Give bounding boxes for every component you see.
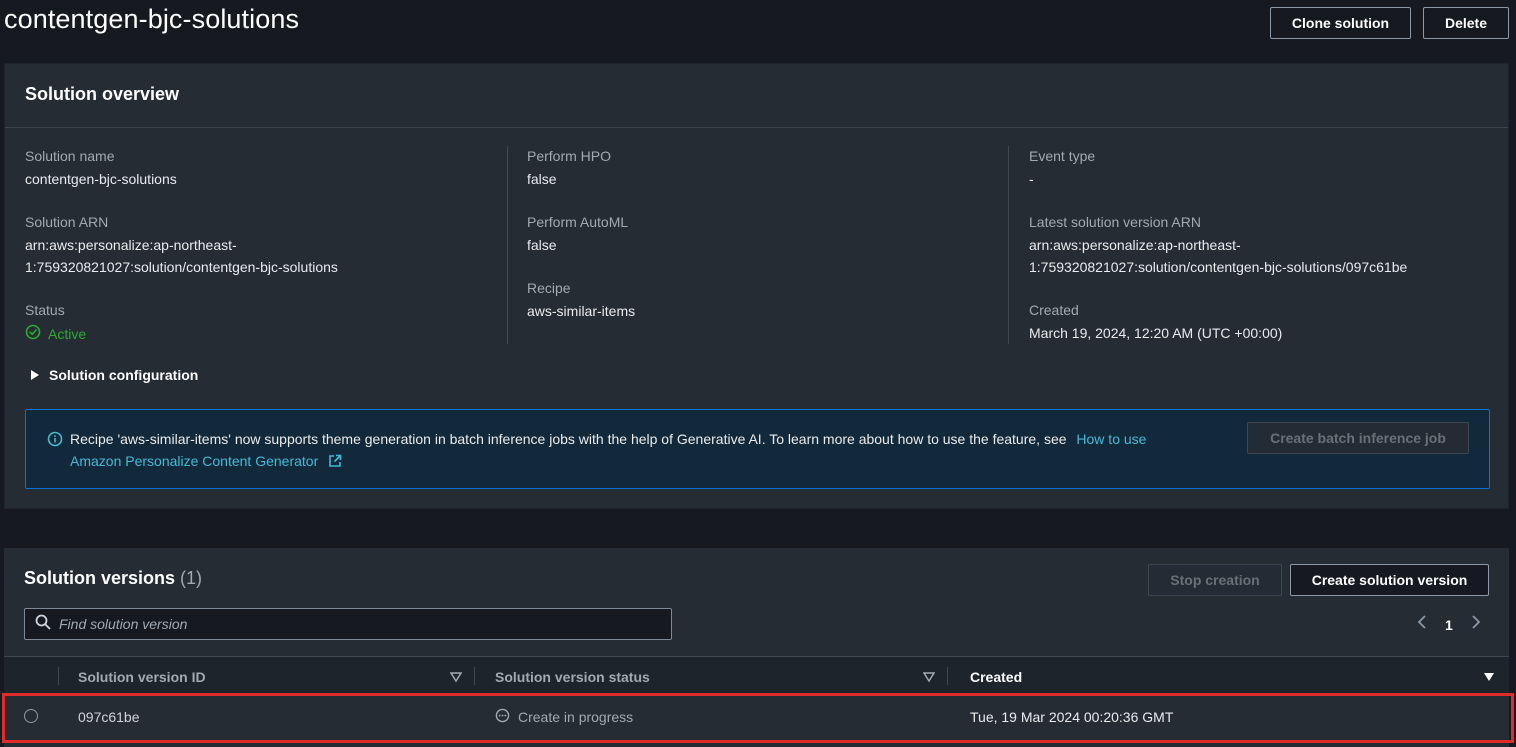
- search-input[interactable]: [59, 616, 639, 632]
- solution-arn-line2: 1:759320821027:solution/contentgen-bjc-s…: [25, 259, 338, 275]
- created-cell: Tue, 19 Mar 2024 00:20:36 GMT: [970, 709, 1174, 725]
- solution-name-label: Solution name: [25, 148, 115, 164]
- content-generator-link[interactable]: Amazon Personalize Content Generator: [70, 453, 318, 469]
- how-to-use-link[interactable]: How to use: [1076, 431, 1146, 447]
- status-badge: Active: [25, 324, 86, 343]
- table-row[interactable]: 097c61be Create in progress Tue, 19 Mar …: [4, 698, 1509, 738]
- table-header: Solution version ID Solution version sta…: [4, 656, 1509, 696]
- column-separator: [947, 667, 948, 685]
- external-link-icon[interactable]: [328, 452, 342, 474]
- pagination: 1: [1417, 614, 1481, 635]
- version-status: Create in progress: [495, 708, 633, 726]
- row-select-radio[interactable]: [24, 709, 38, 723]
- recipe-value: aws-similar-items: [527, 303, 636, 319]
- event-type-label: Event type: [1029, 148, 1096, 164]
- column-divider: [507, 146, 508, 344]
- in-progress-icon: [495, 708, 510, 726]
- solution-arn-label: Solution ARN: [25, 214, 109, 230]
- sort-descending-icon[interactable]: [449, 670, 463, 688]
- perform-automl-label: Perform AutoML: [527, 214, 629, 230]
- versions-title-text: Solution versions: [24, 568, 176, 588]
- versions-count: (1): [180, 568, 203, 588]
- alert-message: Recipe 'aws-similar-items' now supports …: [70, 428, 1190, 474]
- caret-right-icon: [31, 367, 39, 383]
- sort-descending-icon[interactable]: [922, 670, 936, 688]
- solution-arn-line1: arn:aws:personalize:ap-northeast-: [25, 237, 237, 253]
- sort-descending-filled-icon[interactable]: [1483, 670, 1495, 688]
- perform-hpo-value: false: [527, 171, 557, 187]
- chevron-right-icon[interactable]: [1471, 614, 1481, 635]
- solution-overview-panel: Solution overview Solution name contentg…: [4, 63, 1509, 509]
- latest-arn-line1: arn:aws:personalize:ap-northeast-: [1029, 237, 1241, 253]
- event-type-value: -: [1029, 171, 1034, 187]
- column-separator: [58, 667, 59, 685]
- versions-title: Solution versions (1): [24, 568, 202, 589]
- perform-hpo-label: Perform HPO: [527, 148, 612, 164]
- check-circle-icon: [25, 324, 41, 343]
- recipe-label: Recipe: [527, 280, 571, 296]
- column-divider: [1008, 146, 1009, 344]
- page-title: contentgen-bjc-solutions: [4, 4, 300, 34]
- solution-name-value: contentgen-bjc-solutions: [25, 171, 177, 187]
- created-label: Created: [1029, 302, 1079, 318]
- page-number[interactable]: 1: [1445, 617, 1453, 633]
- column-header-created[interactable]: Created: [970, 669, 1022, 685]
- overview-header: Solution overview: [5, 64, 1508, 128]
- stop-creation-button[interactable]: Stop creation: [1148, 564, 1282, 596]
- overview-title: Solution overview: [25, 84, 180, 104]
- column-separator: [474, 667, 475, 685]
- config-toggle-label: Solution configuration: [49, 367, 199, 383]
- info-icon: [47, 431, 63, 452]
- info-alert: Recipe 'aws-similar-items' now supports …: [25, 409, 1490, 489]
- create-solution-version-button[interactable]: Create solution version: [1290, 564, 1489, 596]
- search-field[interactable]: [24, 608, 672, 640]
- create-batch-inference-job-button[interactable]: Create batch inference job: [1247, 422, 1469, 454]
- perform-automl-value: false: [527, 237, 557, 253]
- solution-versions-panel: Solution versions (1) Stop creation Crea…: [4, 548, 1509, 747]
- column-header-status[interactable]: Solution version status: [495, 669, 650, 685]
- status-value: Active: [48, 325, 87, 342]
- latest-arn-line2: 1:759320821027:solution/contentgen-bjc-s…: [1029, 259, 1408, 275]
- solution-configuration-toggle[interactable]: Solution configuration: [31, 367, 198, 383]
- column-header-version-id[interactable]: Solution version ID: [78, 669, 206, 685]
- version-id-link[interactable]: 097c61be: [78, 709, 140, 725]
- latest-arn-label: Latest solution version ARN: [1029, 214, 1201, 230]
- search-icon: [35, 614, 51, 635]
- chevron-left-icon[interactable]: [1417, 614, 1427, 635]
- alert-text: Recipe 'aws-similar-items' now supports …: [70, 431, 1067, 447]
- delete-button[interactable]: Delete: [1423, 7, 1509, 39]
- clone-solution-button[interactable]: Clone solution: [1270, 7, 1411, 39]
- status-text: Create in progress: [518, 709, 634, 725]
- status-label: Status: [25, 302, 65, 318]
- created-value: March 19, 2024, 12:20 AM (UTC +00:00): [1029, 325, 1283, 341]
